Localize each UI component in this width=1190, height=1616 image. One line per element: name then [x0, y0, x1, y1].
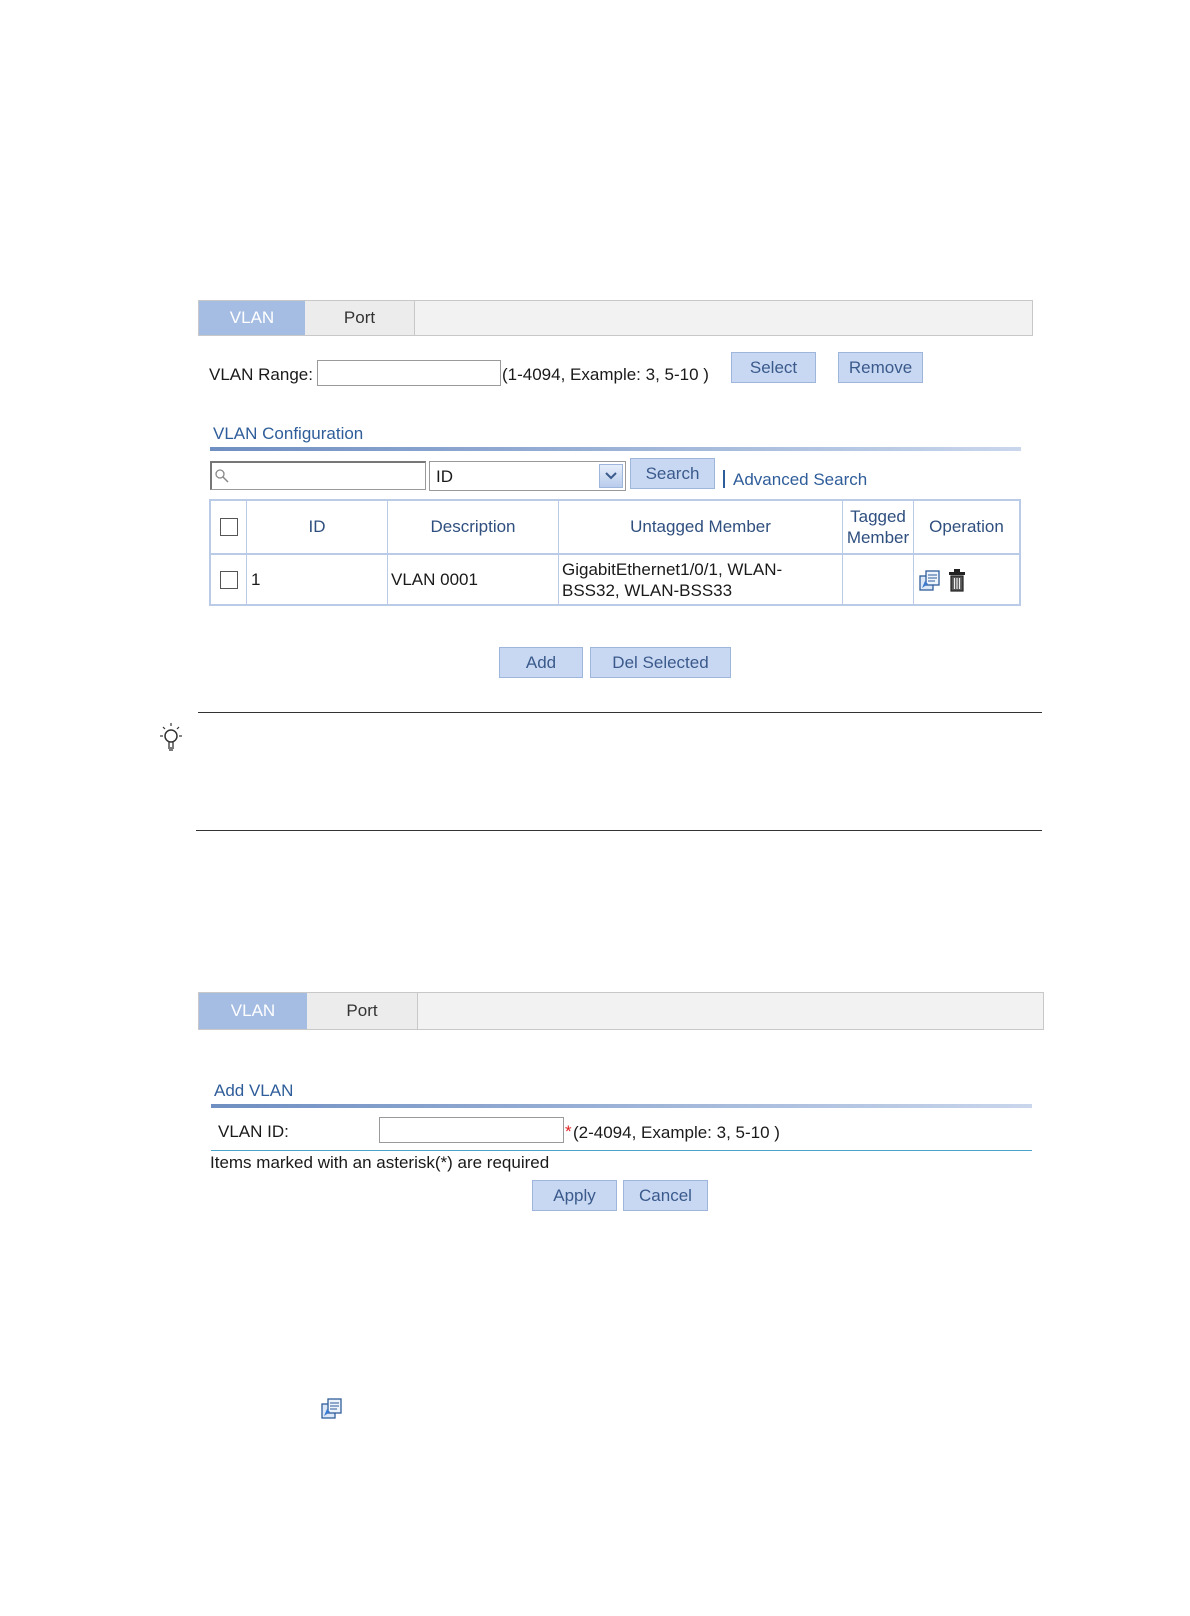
table-row: 1 VLAN 0001 GigabitEthernet1/0/1, WLAN-B… — [211, 555, 1019, 604]
row-id: 1 — [247, 555, 388, 604]
search-input[interactable] — [210, 461, 426, 490]
trash-icon[interactable] — [948, 568, 966, 592]
search-icon — [215, 469, 229, 483]
required-note: Items marked with an asterisk(*) are req… — [210, 1153, 550, 1172]
row-untagged-member: GigabitEthernet1/0/1, WLAN-BSS32, WLAN-B… — [559, 555, 843, 604]
add-vlan-title: Add VLAN — [214, 1081, 294, 1100]
edit-icon — [321, 1398, 342, 1419]
table-header-row: ID Description Untagged Member Tagged Me… — [211, 501, 1019, 555]
search-field-selected: ID — [436, 467, 453, 486]
tip-top-rule — [198, 712, 1042, 713]
form-divider — [211, 1150, 1032, 1151]
tip-bottom-rule — [196, 830, 1042, 831]
header-id[interactable]: ID — [247, 501, 388, 553]
vlan-range-label: VLAN Range: — [209, 365, 313, 384]
row-checkbox[interactable] — [219, 570, 238, 589]
link-separator — [723, 470, 725, 488]
tab-port[interactable]: Port — [307, 993, 418, 1029]
edit-icon[interactable] — [918, 568, 942, 592]
vlan-configuration-title: VLAN Configuration — [213, 424, 364, 443]
row-description: VLAN 0001 — [388, 555, 559, 604]
header-untagged-member[interactable]: Untagged Member — [559, 501, 843, 553]
vlan-id-hint: (2-4094, Example: 3, 5-10 ) — [573, 1123, 780, 1142]
search-button[interactable]: Search — [630, 458, 715, 489]
header-description[interactable]: Description — [388, 501, 559, 553]
search-field-select[interactable]: ID — [429, 461, 626, 491]
lightbulb-icon — [160, 723, 182, 751]
apply-button[interactable]: Apply — [532, 1180, 617, 1211]
remove-button[interactable]: Remove — [838, 352, 923, 383]
section-divider — [211, 1104, 1032, 1108]
row-tagged-member — [843, 555, 914, 604]
select-button[interactable]: Select — [731, 352, 816, 383]
select-all-checkbox[interactable] — [219, 518, 238, 536]
cancel-button[interactable]: Cancel — [623, 1180, 708, 1211]
row-select-cell — [211, 555, 247, 604]
tab-vlan[interactable]: VLAN — [199, 993, 307, 1029]
required-mark: * — [565, 1122, 572, 1141]
vlan-id-input[interactable] — [379, 1117, 564, 1143]
vlan-table: ID Description Untagged Member Tagged Me… — [209, 499, 1021, 606]
del-selected-button[interactable]: Del Selected — [590, 647, 731, 678]
tab-port[interactable]: Port — [305, 301, 415, 335]
tab-bar-2: VLAN Port — [198, 992, 1044, 1030]
tab-bar-1: VLAN Port — [198, 300, 1033, 336]
chevron-down-icon[interactable] — [599, 464, 623, 488]
advanced-search-link[interactable]: Advanced Search — [733, 470, 867, 490]
add-button[interactable]: Add — [499, 647, 583, 678]
header-select-cell — [211, 501, 247, 553]
vlan-id-label: VLAN ID: — [218, 1122, 289, 1141]
vlan-range-hint: (1-4094, Example: 3, 5-10 ) — [502, 365, 709, 384]
tab-vlan[interactable]: VLAN — [199, 301, 305, 335]
vlan-range-input[interactable] — [317, 360, 501, 386]
header-operation: Operation — [929, 517, 1004, 536]
header-tagged-member[interactable]: Tagged Member — [843, 501, 914, 553]
section-divider — [210, 447, 1021, 451]
row-operation — [914, 555, 1019, 604]
